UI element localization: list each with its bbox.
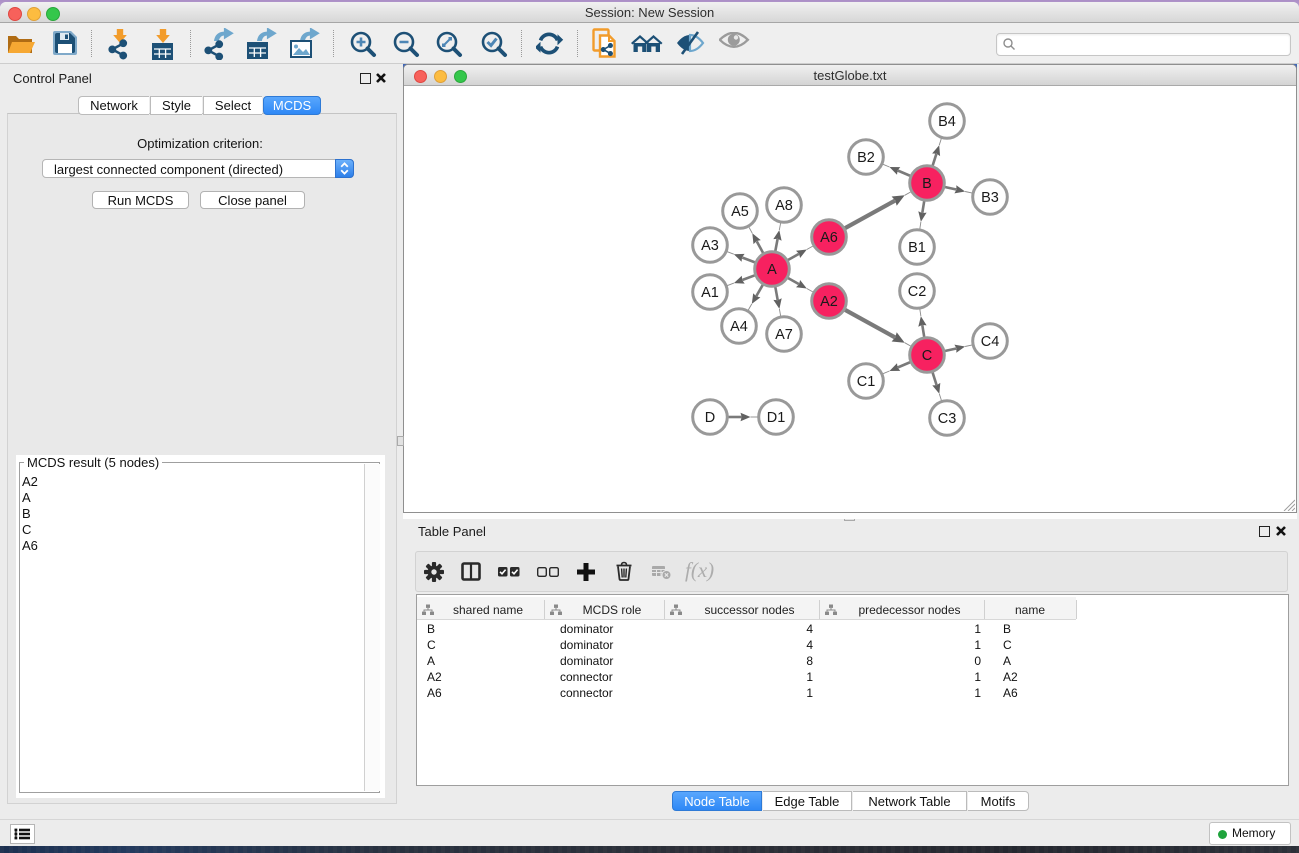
- svg-text:D1: D1: [767, 410, 786, 426]
- svg-text:B2: B2: [857, 150, 875, 166]
- svg-text:B3: B3: [981, 190, 999, 206]
- svg-text:A1: A1: [701, 285, 719, 301]
- svg-text:B4: B4: [938, 114, 956, 130]
- svg-text:A: A: [767, 262, 777, 278]
- svg-text:A7: A7: [775, 327, 793, 343]
- svg-text:A8: A8: [775, 198, 793, 214]
- svg-text:A5: A5: [731, 204, 749, 220]
- svg-text:A3: A3: [701, 238, 719, 254]
- svg-text:C2: C2: [908, 284, 927, 300]
- svg-text:A6: A6: [820, 230, 838, 246]
- svg-text:C4: C4: [981, 334, 1000, 350]
- svg-text:C3: C3: [938, 411, 957, 427]
- svg-text:B1: B1: [908, 240, 926, 256]
- svg-text:C: C: [922, 348, 932, 364]
- svg-text:C1: C1: [857, 374, 876, 390]
- svg-text:B: B: [922, 176, 932, 192]
- svg-text:A2: A2: [820, 294, 838, 310]
- svg-text:A4: A4: [730, 319, 748, 335]
- svg-text:D: D: [705, 410, 715, 426]
